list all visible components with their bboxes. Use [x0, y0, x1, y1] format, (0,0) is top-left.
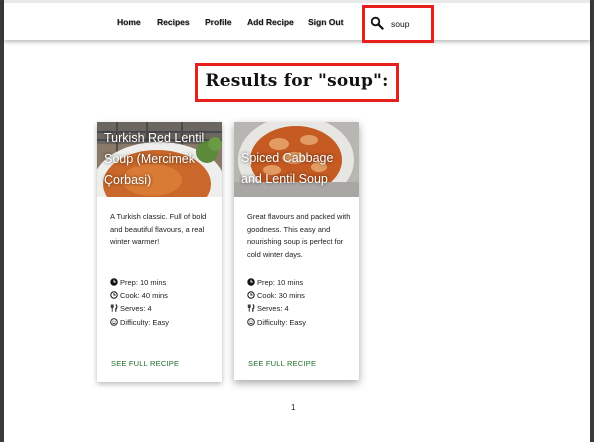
- clock-outline-icon: [110, 291, 118, 299]
- recipe-title: Turkish Red Lentil Soup (Mercimek Çorbas…: [104, 131, 205, 187]
- difficulty-text: Difficulty: Easy: [257, 318, 307, 327]
- results-heading-highlight: Results for "soup":: [195, 63, 399, 102]
- nav-home-link[interactable]: Home: [117, 17, 141, 27]
- search-input[interactable]: [391, 17, 431, 31]
- see-full-recipe-link[interactable]: SEE FULL RECIPE: [248, 359, 316, 368]
- prep-text: Prep: 10 mins: [257, 278, 304, 287]
- nav-add-recipe-link[interactable]: Add Recipe: [247, 17, 294, 27]
- cook-text: Cook: 40 mins: [120, 291, 168, 300]
- smile-icon: [110, 318, 118, 326]
- utensils-icon: [247, 304, 255, 312]
- recipe-image: Spiced Cabbage and Lentil Soup: [234, 122, 359, 197]
- difficulty-text: Difficulty: Easy: [120, 318, 170, 327]
- smile-icon: [247, 318, 255, 326]
- clock-icon: [110, 278, 118, 286]
- recipe-card: Turkish Red Lentil Soup (Mercimek Çorbas…: [97, 122, 222, 382]
- recipe-prep: Prep: 10 mins: [110, 278, 166, 288]
- results-heading: Results for "soup":: [205, 71, 389, 91]
- nav-sign-out-link[interactable]: Sign Out: [308, 17, 343, 27]
- recipe-prep: Prep: 10 mins: [247, 278, 303, 288]
- utensils-icon: [110, 304, 118, 312]
- recipe-difficulty: Difficulty: Easy: [110, 318, 169, 328]
- window-frame-left: [0, 0, 4, 442]
- recipe-difficulty: Difficulty: Easy: [247, 318, 306, 328]
- recipe-description: A Turkish classic. Full of bold and beau…: [110, 212, 207, 247]
- pagination-page-1[interactable]: 1: [291, 403, 295, 412]
- top-navbar: Home Recipes Profile Add Recipe Sign Out: [4, 0, 590, 43]
- recipe-serves: Serves: 4: [110, 304, 152, 314]
- cook-text: Cook: 30 mins: [257, 291, 305, 300]
- recipe-cook: Cook: 30 mins: [247, 291, 305, 301]
- serves-text: Serves: 4: [120, 304, 152, 313]
- search-icon[interactable]: [370, 16, 384, 30]
- clock-icon: [247, 278, 255, 286]
- serves-text: Serves: 4: [257, 304, 289, 313]
- see-full-recipe-link[interactable]: SEE FULL RECIPE: [111, 359, 179, 368]
- prep-text: Prep: 10 mins: [120, 278, 167, 287]
- window-frame-right: [590, 0, 594, 442]
- recipe-title: Spiced Cabbage and Lentil Soup: [241, 151, 334, 186]
- search-highlight-box: [362, 5, 434, 43]
- clock-outline-icon: [247, 291, 255, 299]
- recipe-image: Turkish Red Lentil Soup (Mercimek Çorbas…: [97, 122, 222, 197]
- recipe-description: Great flavours and packed with goodness.…: [247, 212, 351, 259]
- nav-recipes-link[interactable]: Recipes: [157, 17, 190, 27]
- nav-profile-link[interactable]: Profile: [205, 17, 231, 27]
- recipe-serves: Serves: 4: [247, 304, 289, 314]
- recipe-card: Spiced Cabbage and Lentil Soup Great fla…: [234, 122, 359, 380]
- recipe-cook: Cook: 40 mins: [110, 291, 168, 301]
